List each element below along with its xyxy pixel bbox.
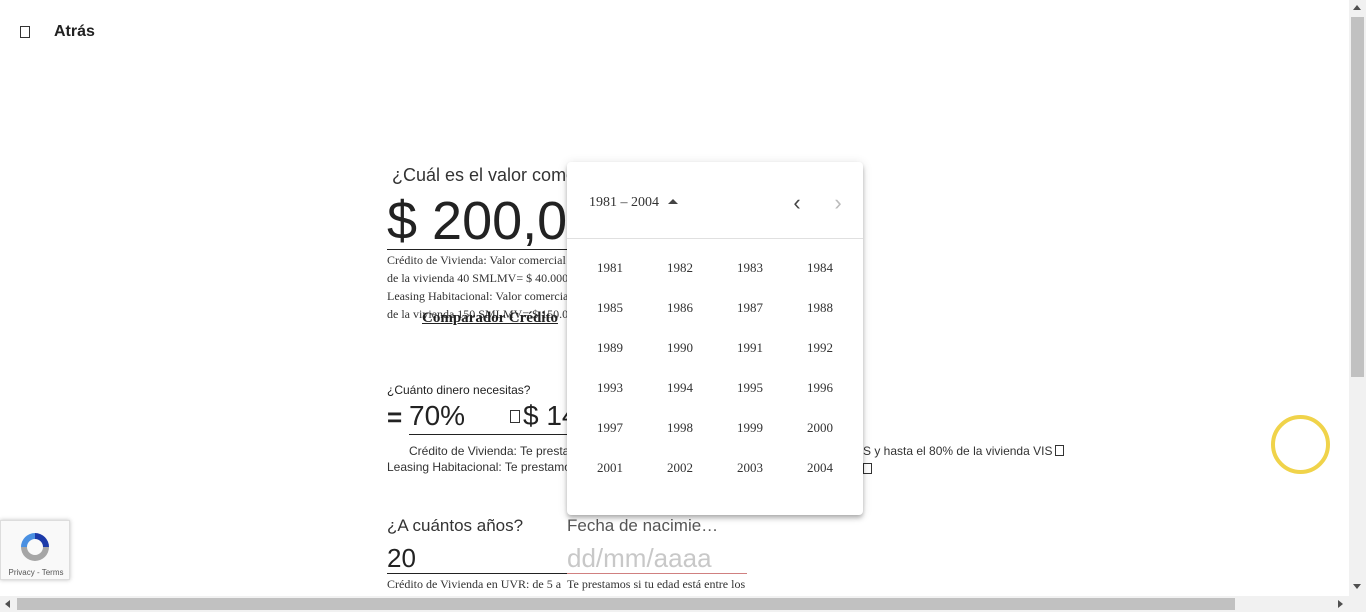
birth-date-input[interactable]: dd/mm/aaaa [567, 543, 712, 574]
year-cell[interactable]: 1987 [715, 288, 785, 328]
year-grid: 1981 1982 1983 1984 1985 1986 1987 1988 … [575, 248, 855, 488]
privacy-link[interactable]: Privacy [9, 568, 35, 577]
chat-ring-button[interactable] [1271, 415, 1330, 474]
recaptcha-separator: - [34, 568, 42, 577]
money-note-2-left: Leasing Habitacional: Te prestamos [387, 460, 577, 474]
year-cell[interactable]: 2004 [785, 448, 855, 488]
year-cell[interactable]: 1982 [645, 248, 715, 288]
terms-link[interactable]: Terms [42, 568, 64, 577]
recaptcha-badge[interactable]: Privacy - Terms [0, 520, 70, 580]
scroll-down-icon[interactable] [1353, 584, 1361, 589]
birth-question: Fecha de nacimie… [567, 516, 719, 535]
year-cell[interactable]: 1988 [785, 288, 855, 328]
years-input-underline [387, 573, 567, 574]
value-amount-input[interactable]: $ 200,0 [387, 190, 567, 252]
year-cell[interactable]: 2003 [715, 448, 785, 488]
year-cell[interactable]: 1989 [575, 328, 645, 368]
vertical-scroll-thumb[interactable] [1351, 17, 1364, 377]
scroll-right-icon[interactable] [1338, 600, 1343, 608]
value-question: ¿Cuál es el valor come [392, 165, 577, 185]
percent-input-underline [409, 434, 523, 435]
value-note-1: Crédito de Vivienda: Valor comercial [387, 253, 566, 267]
year-cell[interactable]: 1991 [715, 328, 785, 368]
year-cell[interactable]: 1993 [575, 368, 645, 408]
recaptcha-icon [21, 533, 49, 561]
year-cell[interactable]: 2000 [785, 408, 855, 448]
back-button-label[interactable]: Atrás [54, 23, 95, 41]
chevron-left-icon[interactable]: ‹ [787, 192, 807, 216]
year-cell[interactable]: 1985 [575, 288, 645, 328]
horizontal-scrollbar[interactable] [0, 596, 1366, 612]
comparador-link[interactable]: Comparador Crédito [422, 310, 558, 327]
year-cell[interactable]: 1996 [785, 368, 855, 408]
money-question: ¿Cuánto dinero necesitas? [387, 383, 531, 397]
birth-input-underline [567, 573, 747, 574]
money-note-1-left: Crédito de Vivienda: Te prestam [409, 444, 580, 458]
year-cell[interactable]: 1986 [645, 288, 715, 328]
money-input-underline [523, 434, 567, 435]
years-input[interactable]: 20 [387, 543, 416, 574]
money-note-1-right-text: S y hasta el 80% de la vivienda VIS [863, 444, 1053, 458]
horizontal-scroll-thumb[interactable] [17, 598, 1235, 610]
year-cell[interactable]: 1990 [645, 328, 715, 368]
birth-note: Te prestamos si tu edad está entre los [567, 577, 746, 591]
year-cell[interactable]: 1984 [785, 248, 855, 288]
value-input-underline [387, 249, 567, 250]
year-cell[interactable]: 1994 [645, 368, 715, 408]
year-cell[interactable]: 1997 [575, 408, 645, 448]
year-cell[interactable]: 2002 [645, 448, 715, 488]
value-note-2: de la vivienda 40 SMLMV= $ 40.000 [387, 271, 569, 285]
years-note: Crédito de Vivienda en UVR: de 5 a [387, 577, 562, 591]
picker-divider [567, 238, 863, 239]
year-cell[interactable]: 1983 [715, 248, 785, 288]
year-cell[interactable]: 1992 [785, 328, 855, 368]
year-range-label: 1981 – 2004 [589, 195, 659, 210]
year-cell[interactable]: 1999 [715, 408, 785, 448]
year-cell[interactable]: 1981 [575, 248, 645, 288]
info-icon[interactable] [863, 463, 872, 474]
year-cell[interactable]: 2001 [575, 448, 645, 488]
percent-input[interactable]: 70% [409, 400, 465, 432]
year-range-toggle[interactable]: 1981 – 2004 [589, 195, 678, 211]
info-icon[interactable] [1055, 445, 1065, 456]
back-icon[interactable] [20, 26, 30, 38]
percent-dropdown-icon[interactable] [510, 410, 520, 423]
chevron-right-icon[interactable]: › [828, 192, 848, 216]
year-picker: 1981 – 2004 ‹ › 1981 1982 1983 1984 1985… [567, 162, 863, 515]
scroll-up-icon[interactable] [1353, 5, 1361, 10]
scroll-left-icon[interactable] [5, 600, 10, 608]
vertical-scrollbar[interactable] [1349, 0, 1366, 596]
recaptcha-links: Privacy - Terms [1, 568, 71, 577]
caret-up-icon [668, 199, 678, 204]
value-note-3: Leasing Habitacional: Valor comercia [387, 289, 569, 303]
equals-sign: = [387, 402, 403, 432]
year-cell[interactable]: 1995 [715, 368, 785, 408]
years-question: ¿A cuántos años? [387, 516, 524, 535]
year-cell[interactable]: 1998 [645, 408, 715, 448]
money-note-1-right: S y hasta el 80% de la vivienda VIS [863, 444, 1065, 458]
